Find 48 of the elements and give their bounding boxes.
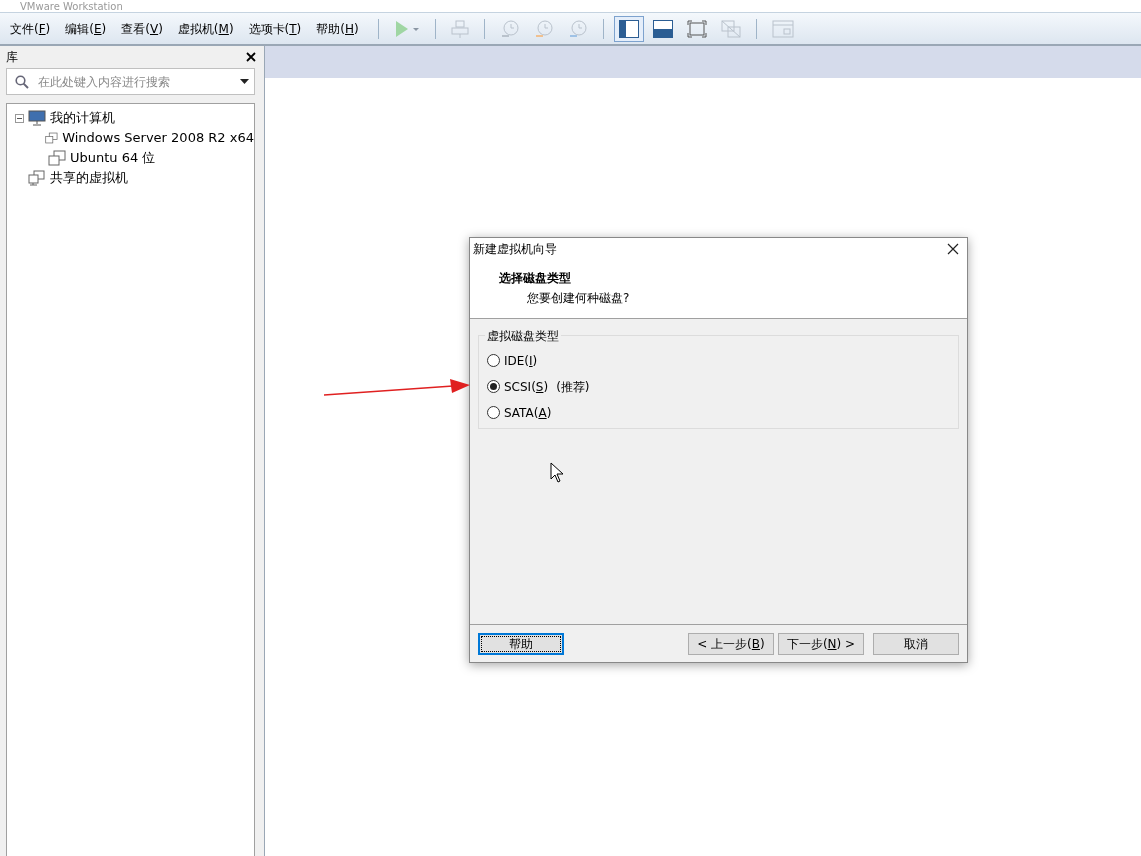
radio-button[interactable] [487,380,500,393]
dialog-button[interactable]: 下一步(N) > [778,632,864,655]
tree-item[interactable]: 我的计算机 [50,108,115,128]
tree-item[interactable]: 共享的虚拟机 [50,168,128,188]
dialog-button[interactable]: 帮助 [478,632,564,655]
window-icon [771,19,794,38]
vm-icon [45,130,59,146]
page-subheading: 您要创建何种磁盘? [527,290,630,307]
menu-item[interactable]: 选项卡(T) [244,19,306,38]
collapse-icon[interactable] [15,113,24,123]
search-field[interactable]: 在此处键入内容进行搜索 [6,68,255,95]
group-title: 虚拟磁盘类型 [485,327,561,345]
toolbar-button[interactable] [613,15,644,42]
close-icon[interactable] [246,52,258,62]
radio-option[interactable]: IDE(I) [487,350,538,371]
menu-item[interactable]: 编辑(E) [61,19,111,38]
window-slash-icon [720,19,741,38]
radio-button[interactable] [487,406,500,419]
menu-item[interactable]: 帮助(H) [312,19,363,38]
vm-icon [48,150,66,166]
sidebar-layout-icon [618,19,639,38]
search-icon [15,75,29,89]
window-title: VMware Workstation [20,1,123,12]
radio-button[interactable] [487,354,500,367]
dialog-button[interactable]: 取消 [873,632,959,655]
shared-vm-icon [28,170,46,186]
monitor-icon [28,110,46,126]
page-heading: 选择磁盘类型 [499,270,571,287]
bottom-panel-icon [652,19,673,38]
radio-option[interactable]: SCSI(S) (推荐) [487,376,590,397]
radio-option[interactable]: SATA(A) [487,402,552,423]
menu-item[interactable]: 文件(F) [6,19,55,38]
menu-item[interactable]: 虚拟机(M) [173,19,238,38]
close-icon[interactable] [947,243,959,255]
play-icon [393,19,420,38]
clock-icon [567,18,588,39]
tree-item[interactable]: Windows Server 2008 R2 x64 [62,128,254,148]
clock-icon [533,18,554,39]
panel-title: 库 [6,49,18,66]
dialog-title: 新建虚拟机向导 [473,241,557,258]
dropdown-caret-icon [240,79,249,84]
dialog-button[interactable]: < 上一步(B) [688,632,774,655]
fullscreen-icon [686,19,707,38]
menu-item[interactable]: 查看(V) [117,19,167,38]
mouse-cursor-icon [550,462,564,483]
clock-icon [499,18,520,39]
tree-item[interactable]: Ubuntu 64 位 [70,148,156,168]
keyboard-icon [450,19,469,38]
